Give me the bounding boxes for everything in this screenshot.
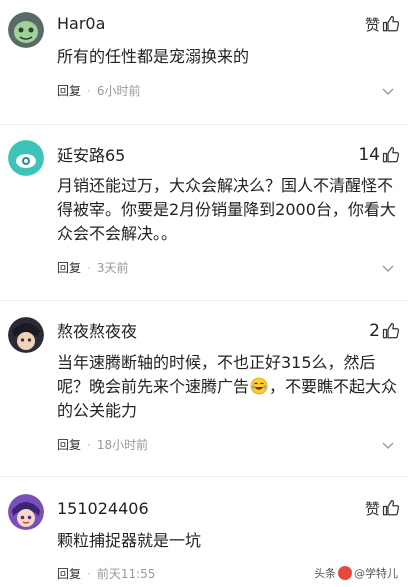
timestamp: 前天11:55 [96,567,156,581]
more-options-icon[interactable] [380,437,396,453]
like-count: 2 [369,321,380,341]
like-button[interactable]: 赞 [365,497,400,519]
reply-link[interactable]: 回复 [57,565,81,583]
avatar[interactable] [8,12,44,48]
comment-text: 颗粒捕捉器就是一坑 [57,531,202,550]
divider [0,476,408,477]
like-label: 赞 [364,15,380,34]
like-button[interactable]: 14 [358,144,400,166]
like-button[interactable]: 2 [369,320,400,342]
reply-link[interactable]: 回复 [57,82,81,100]
like-label: 赞 [364,499,380,518]
comment-text: 所有的任性都是宠溺换来的 [57,47,250,66]
watermark-prefix: 头条 [314,567,336,580]
thumbs-up-icon [382,146,400,164]
username[interactable]: 151024406 [57,498,149,520]
comment-text: 月销还能过万，大众会解决么？国人不清醒怪不得被宰。你要是2月份销量降到2000台… [57,176,396,243]
more-options-icon[interactable] [380,83,396,99]
thumbs-up-icon [382,15,400,33]
comment-meta: 回复 · 前天11:55 [57,565,155,583]
watermark: 头条 @学特儿 [314,565,398,581]
comment-meta: 回复 · 18小时前 [57,436,148,454]
separator-dot: · [87,567,91,581]
comment-meta: 回复 · 3天前 [57,259,128,277]
like-count: 14 [358,145,380,165]
username[interactable]: Har0a [57,13,105,35]
avatar[interactable] [8,140,44,176]
divider [0,300,408,301]
separator-dot: · [87,84,91,98]
separator-dot: · [87,438,91,452]
thumbs-up-icon [382,322,400,340]
username[interactable]: 延安路65 [57,145,125,167]
watermark-logo-icon [338,566,352,580]
avatar[interactable] [8,317,44,353]
reply-link[interactable]: 回复 [57,259,81,277]
thumbs-up-icon [382,499,400,517]
laughing-emoji-icon [250,377,268,395]
more-options-icon[interactable] [380,260,396,276]
watermark-author: @学特儿 [354,567,398,580]
divider [0,124,408,125]
timestamp: 6小时前 [96,84,141,98]
timestamp: 18小时前 [96,438,149,452]
reply-link[interactable]: 回复 [57,436,81,454]
timestamp: 3天前 [96,261,129,275]
avatar[interactable] [8,494,44,530]
comment-text: 当年速腾断轴的时候，不也正好315么，然后呢？晚会前先来个速腾广告 ，不要瞧不起大… [57,351,402,423]
separator-dot: · [87,261,91,275]
username[interactable]: 熬夜熬夜夜 [57,321,137,343]
comment-meta: 回复 · 6小时前 [57,82,140,100]
like-button[interactable]: 赞 [365,13,400,35]
